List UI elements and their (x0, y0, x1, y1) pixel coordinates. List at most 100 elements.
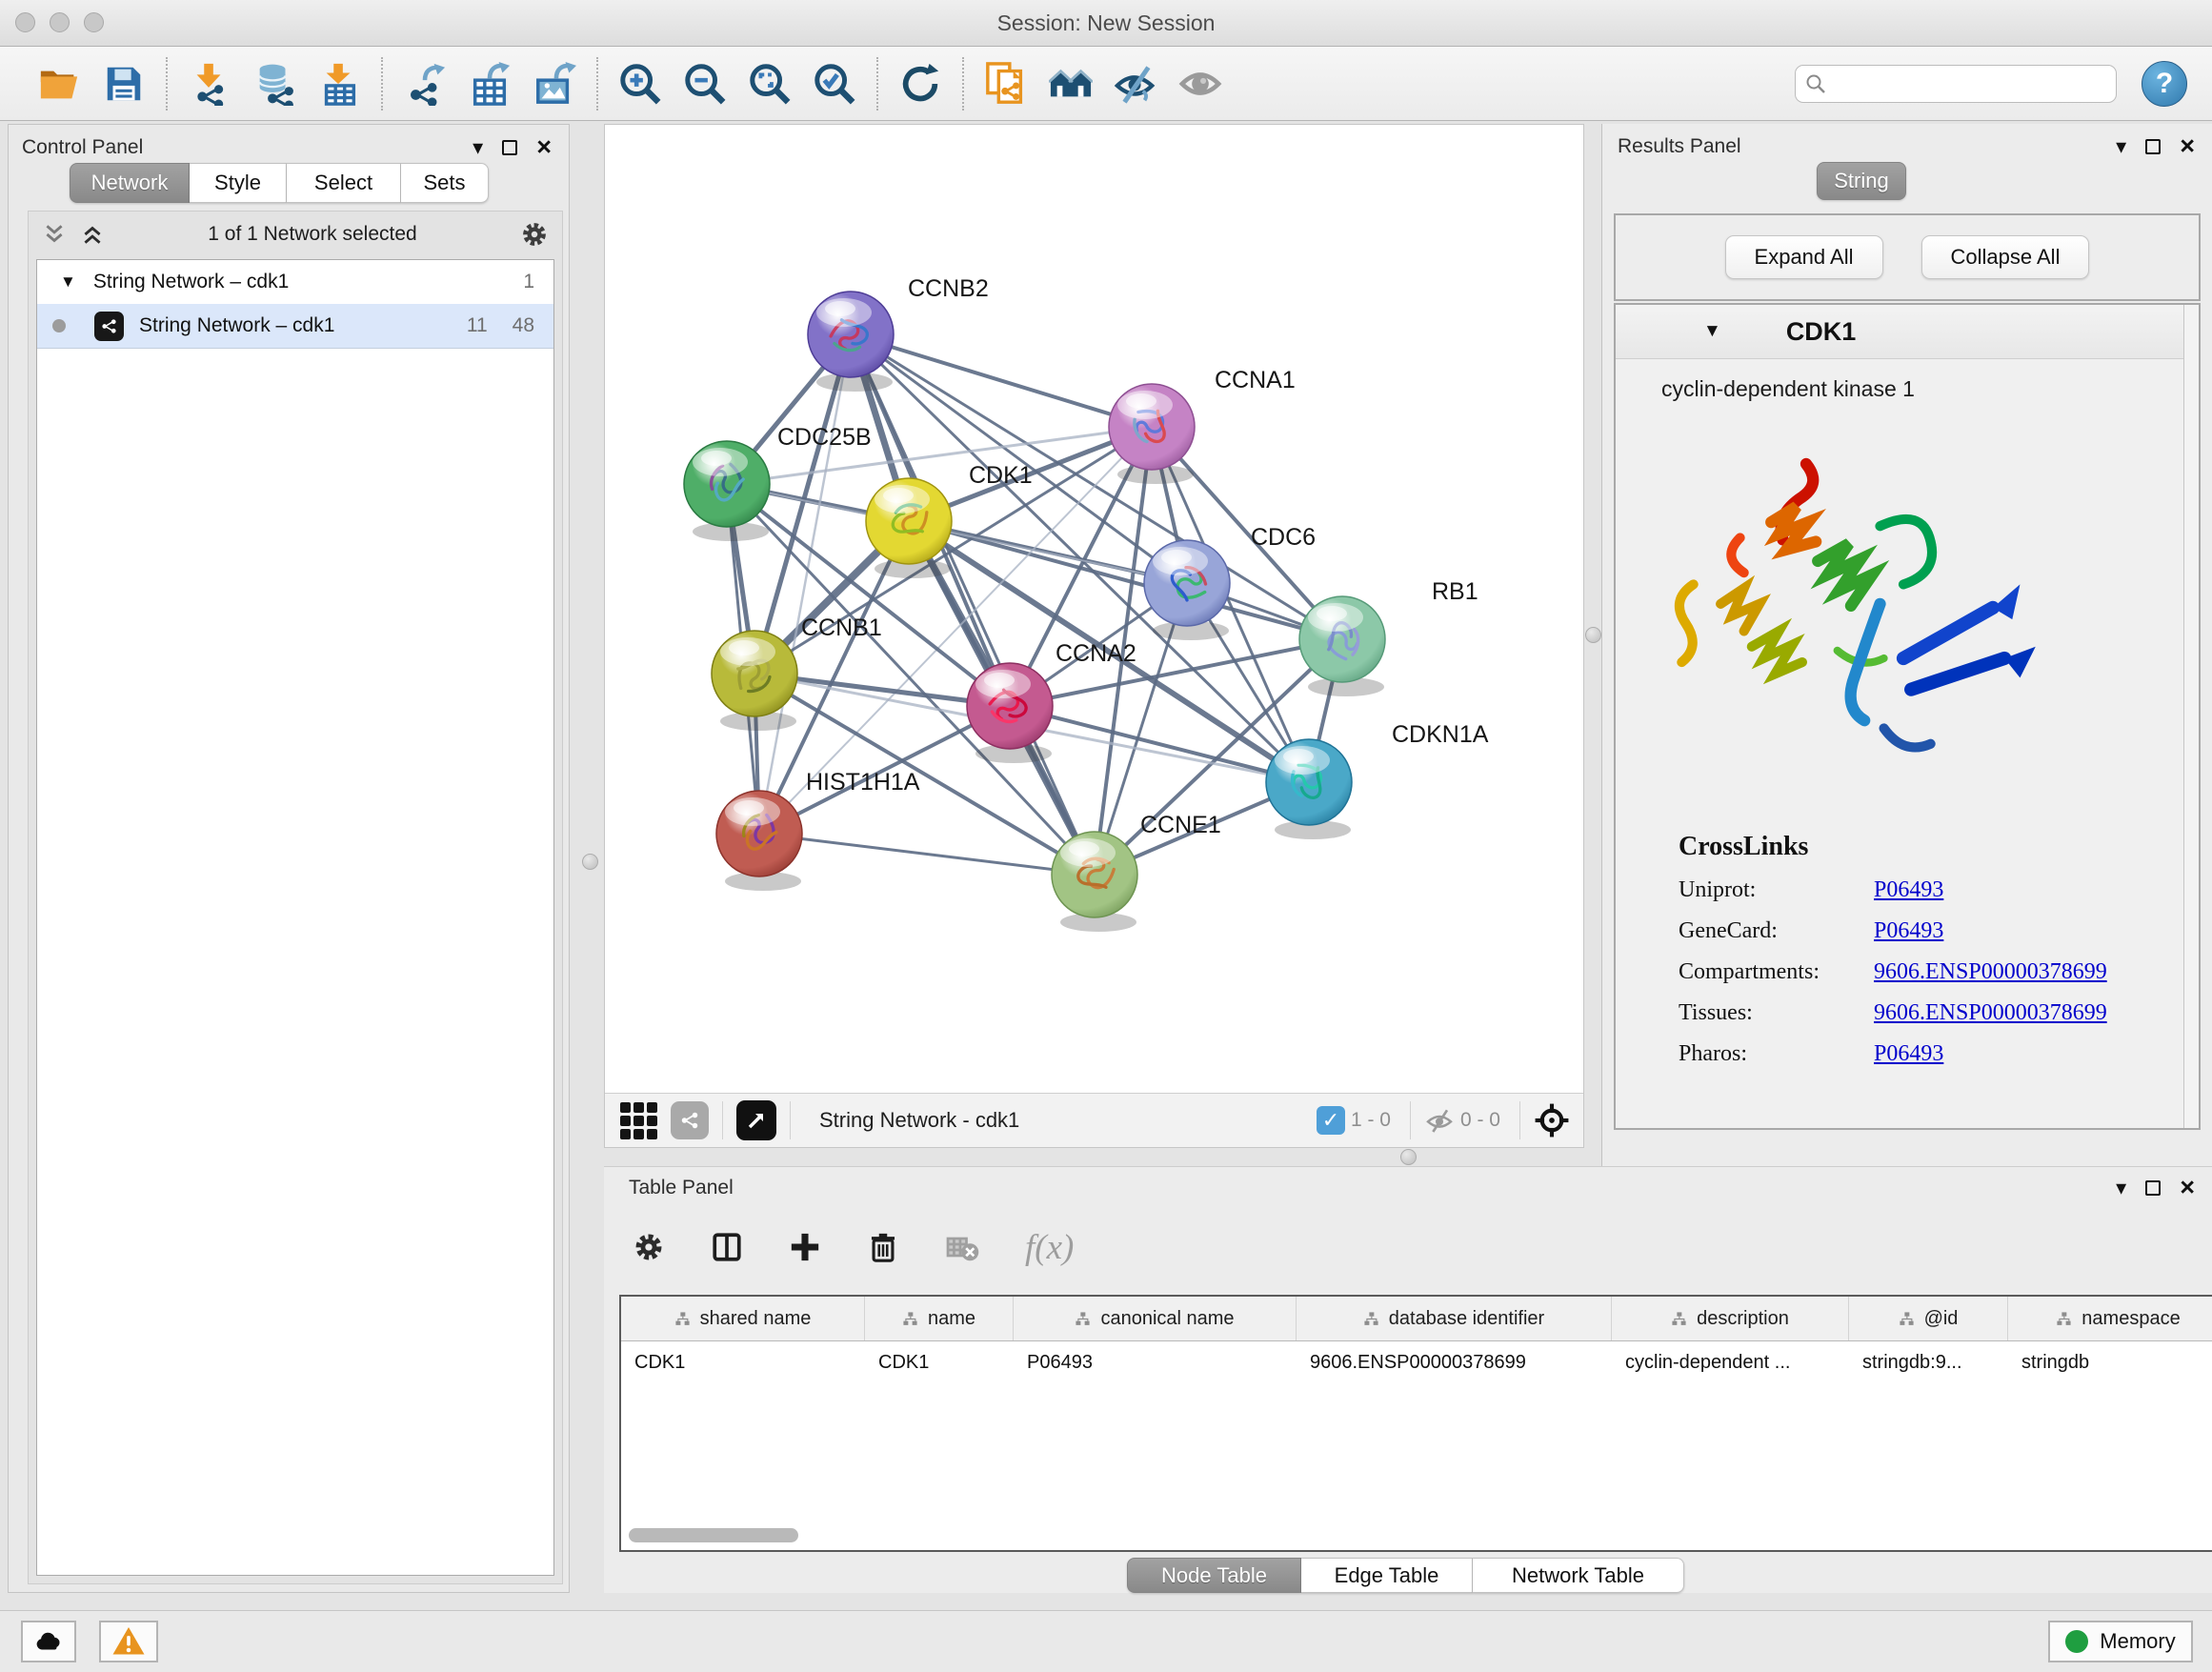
show-all-button[interactable] (1176, 57, 1225, 111)
crosslink-link[interactable]: 9606.ENSP00000378699 (1874, 959, 2199, 985)
protein-expand-caret[interactable]: ▼ (1703, 321, 1721, 342)
table-cell[interactable]: P06493 (1014, 1341, 1297, 1383)
help-button[interactable]: ? (2142, 61, 2187, 107)
network-node[interactable] (967, 663, 1053, 763)
collapse-all-networks-icon[interactable] (80, 222, 105, 247)
apply-layout-button[interactable] (895, 57, 945, 111)
network-options-gear-icon[interactable] (520, 220, 549, 249)
network-edge[interactable] (1010, 706, 1309, 782)
selected-nodes-checkbox[interactable]: ✓ (1317, 1106, 1345, 1135)
table-options-gear-icon[interactable] (633, 1231, 665, 1263)
crosslink-link[interactable]: 9606.ENSP00000378699 (1874, 1000, 2199, 1026)
column-header-name[interactable]: name (865, 1297, 1014, 1340)
birdseye-toggle-icon[interactable] (1534, 1102, 1570, 1138)
network-row[interactable]: String Network – cdk1 11 48 (37, 304, 553, 349)
tab-string[interactable]: String (1817, 162, 1906, 200)
column-header-description[interactable]: description (1612, 1297, 1849, 1340)
network-node[interactable] (1109, 384, 1195, 484)
export-network-button[interactable] (400, 57, 450, 111)
view-network-icon[interactable] (671, 1101, 709, 1139)
table-cell[interactable]: CDK1 (621, 1341, 865, 1383)
right-splitter-handle[interactable] (1585, 627, 1601, 643)
column-header--id[interactable]: @id (1849, 1297, 2008, 1340)
tab-node-table[interactable]: Node Table (1127, 1558, 1301, 1593)
network-collection-row[interactable]: ▼ String Network – cdk1 1 (37, 260, 553, 304)
network-edge[interactable] (851, 334, 1152, 427)
collection-expand-caret[interactable]: ▼ (60, 272, 76, 292)
first-neighbors-button[interactable] (981, 57, 1031, 111)
expand-all-networks-icon[interactable] (42, 222, 67, 247)
tab-network-table[interactable]: Network Table (1473, 1558, 1684, 1593)
network-canvas[interactable]: CCNB2CCNA1CDC25BCDK1CDC6RB1CCNB1CCNA2CDK… (604, 124, 1584, 1148)
network-graph[interactable]: CCNB2CCNA1CDC25BCDK1CDC6RB1CCNB1CCNA2CDK… (605, 125, 1583, 1094)
table-panel-float-icon[interactable] (2145, 1180, 2161, 1196)
tab-network[interactable]: Network (70, 163, 190, 203)
save-session-button[interactable] (99, 57, 149, 111)
network-node[interactable] (684, 441, 770, 541)
protein-card-header[interactable]: ▼ CDK1 (1616, 305, 2199, 359)
open-session-button[interactable] (34, 57, 84, 111)
crosslink-link[interactable]: P06493 (1874, 1041, 2199, 1067)
control-panel-float-icon[interactable] (502, 140, 517, 155)
network-node[interactable] (1299, 596, 1385, 696)
annotation-mode-button[interactable] (736, 1100, 776, 1140)
import-table-button[interactable] (314, 57, 364, 111)
column-header-canonical-name[interactable]: canonical name (1014, 1297, 1297, 1340)
network-edge[interactable] (759, 334, 851, 834)
bottom-splitter-handle[interactable] (1400, 1149, 1417, 1165)
results-panel-close-icon[interactable]: × (2180, 133, 2195, 159)
results-panel-float-icon[interactable] (2145, 139, 2161, 154)
show-columns-icon[interactable] (711, 1231, 743, 1263)
results-panel-collapse-icon[interactable]: ▾ (2116, 136, 2126, 157)
table-cell[interactable]: stringdb:9... (1849, 1341, 2008, 1383)
network-node[interactable] (866, 478, 952, 578)
table-cell[interactable]: 9606.ENSP00000378699 (1297, 1341, 1612, 1383)
crosslink-link[interactable]: P06493 (1874, 877, 2199, 903)
column-header-shared-name[interactable]: shared name (621, 1297, 865, 1340)
hide-selected-button[interactable] (1111, 57, 1160, 111)
table-panel-close-icon[interactable]: × (2180, 1175, 2195, 1200)
delete-column-trash-icon[interactable] (867, 1231, 899, 1263)
zoom-selected-button[interactable] (810, 57, 859, 111)
left-splitter-handle[interactable] (582, 854, 598, 870)
table-cell[interactable]: stringdb (2008, 1341, 2212, 1383)
zoom-out-button[interactable] (680, 57, 730, 111)
network-edge[interactable] (759, 834, 1095, 875)
column-header-namespace[interactable]: namespace (2008, 1297, 2212, 1340)
tab-edge-table[interactable]: Edge Table (1301, 1558, 1473, 1593)
network-node[interactable] (1144, 540, 1230, 640)
hidden-eye-icon[interactable] (1424, 1105, 1455, 1136)
zoom-fit-button[interactable] (745, 57, 794, 111)
control-panel-close-icon[interactable]: × (536, 134, 552, 160)
table-row[interactable]: CDK1CDK1P064939606.ENSP00000378699cyclin… (621, 1341, 2212, 1383)
create-column-plus-icon[interactable] (789, 1231, 821, 1263)
import-network-database-button[interactable] (250, 57, 299, 111)
view-grid-icon[interactable] (620, 1102, 657, 1139)
network-node[interactable] (1052, 832, 1137, 932)
network-node[interactable] (808, 292, 894, 392)
tab-style[interactable]: Style (190, 163, 287, 203)
import-network-file-button[interactable] (185, 57, 234, 111)
results-scrollbar[interactable] (2183, 305, 2199, 1128)
table-cell[interactable]: CDK1 (865, 1341, 1014, 1383)
tab-sets[interactable]: Sets (401, 163, 489, 203)
network-node[interactable] (712, 631, 797, 731)
tab-select[interactable]: Select (287, 163, 401, 203)
export-table-button[interactable] (465, 57, 514, 111)
expand-all-button[interactable]: Expand All (1725, 235, 1883, 279)
crosslink-link[interactable]: P06493 (1874, 918, 2199, 944)
table-cell[interactable]: cyclin-dependent ... (1612, 1341, 1849, 1383)
collapse-all-button[interactable]: Collapse All (1921, 235, 2090, 279)
nested-network-button[interactable] (1046, 57, 1096, 111)
export-image-button[interactable] (530, 57, 579, 111)
search-input[interactable] (1795, 65, 2117, 103)
table-horizontal-scrollbar[interactable] (629, 1528, 798, 1542)
network-node[interactable] (716, 791, 802, 891)
warnings-button[interactable] (99, 1621, 158, 1662)
network-node[interactable] (1266, 739, 1352, 839)
cloud-status-button[interactable] (21, 1621, 76, 1662)
zoom-in-button[interactable] (615, 57, 665, 111)
memory-button[interactable]: Memory (2048, 1621, 2193, 1662)
control-panel-collapse-icon[interactable]: ▾ (473, 137, 483, 158)
table-panel-collapse-icon[interactable]: ▾ (2116, 1178, 2126, 1199)
